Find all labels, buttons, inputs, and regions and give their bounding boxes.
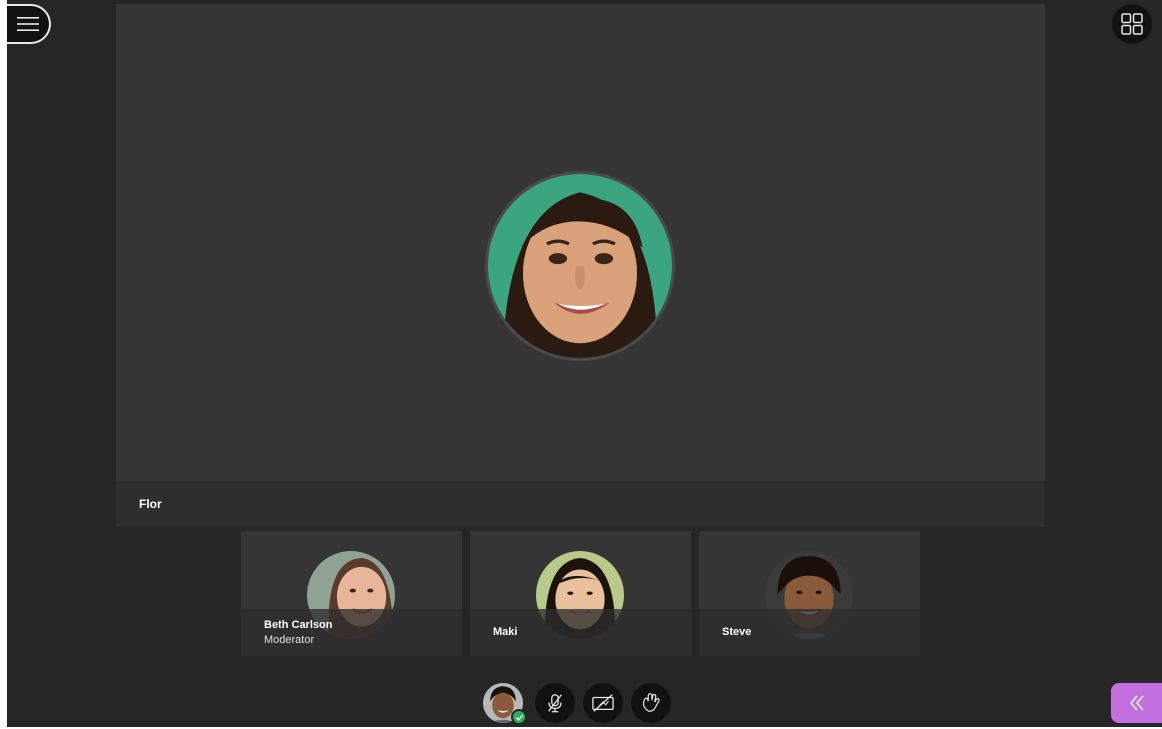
participant-name: Beth Carlson: [264, 619, 333, 631]
participant-tile[interactable]: Beth Carlson Moderator: [241, 531, 462, 656]
microphone-toggle-button[interactable]: [535, 683, 575, 723]
open-panel-button[interactable]: [1111, 683, 1162, 723]
participant-tile[interactable]: Maki: [470, 531, 691, 656]
participant-role: Moderator: [264, 634, 315, 646]
participant-name: Maki: [493, 626, 518, 638]
participant-label-bar: [241, 609, 462, 656]
raise-hand-button[interactable]: [631, 683, 671, 723]
active-speaker-name: Flor: [139, 497, 162, 511]
my-status-button[interactable]: [483, 683, 527, 725]
camera-off-icon: [592, 694, 614, 712]
participant-name: Steve: [722, 626, 752, 638]
camera-toggle-button[interactable]: [583, 683, 623, 723]
grid-view-button[interactable]: [1112, 4, 1152, 44]
menu-icon: [17, 17, 39, 31]
collaborate-session: Flor Beth Carlson Moderator Maki Steve: [7, 0, 1162, 727]
active-speaker-avatar: [485, 171, 675, 361]
chevron-double-left-icon: [1129, 695, 1144, 711]
raise-hand-icon: [642, 693, 660, 712]
grid-view-icon: [1121, 13, 1143, 35]
active-speaker-stage: [116, 4, 1045, 481]
check-icon: [511, 709, 527, 725]
session-menu-button[interactable]: [7, 4, 51, 44]
microphone-off-icon: [548, 694, 562, 713]
active-speaker-namebar: Flor: [116, 481, 1045, 527]
participant-tile[interactable]: Steve: [699, 531, 920, 656]
